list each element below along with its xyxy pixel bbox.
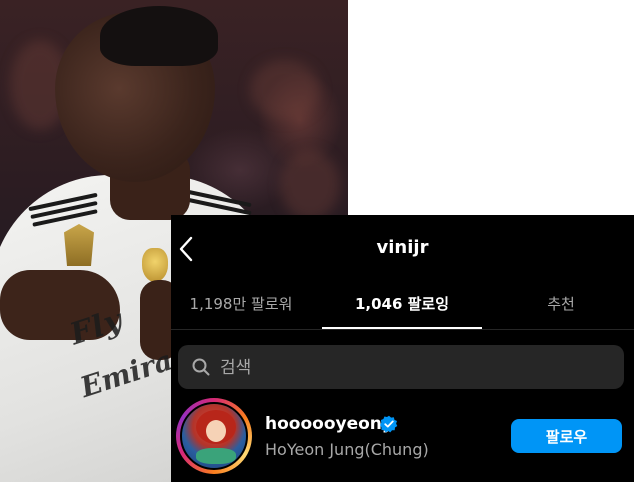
avatar[interactable] (180, 402, 248, 470)
tab-divider (171, 329, 634, 330)
search-bar[interactable] (178, 345, 624, 389)
verified-badge-icon (380, 415, 398, 433)
list-item-username[interactable]: hoooooyeony (265, 414, 393, 434)
fifa-badge (64, 224, 94, 266)
crowd-blur (250, 60, 320, 120)
tab-following[interactable]: 1,046 팔로잉 (322, 293, 482, 314)
profile-username-title: vinijr (376, 237, 429, 258)
follow-button[interactable]: 팔로우 (511, 419, 622, 453)
list-item[interactable]: hoooooyeony HoYeon Jung(Chung) 팔로우 (171, 395, 634, 475)
club-crest (142, 248, 168, 282)
instagram-following-screen: vinijr 1,198만 팔로워 1,046 팔로잉 추천 hoooooyeo… (171, 215, 634, 482)
search-input[interactable] (218, 352, 612, 384)
crowd-blur (280, 150, 340, 220)
tab-followers[interactable]: 1,198만 팔로워 (171, 293, 311, 314)
search-icon (192, 358, 210, 376)
tab-suggested[interactable]: 추천 (491, 293, 631, 314)
list-item-full-name: HoYeon Jung(Chung) (265, 440, 429, 459)
player-hair (100, 6, 218, 66)
top-bar: vinijr (171, 215, 634, 281)
tab-bar: 1,198만 팔로워 1,046 팔로잉 추천 (171, 281, 634, 329)
